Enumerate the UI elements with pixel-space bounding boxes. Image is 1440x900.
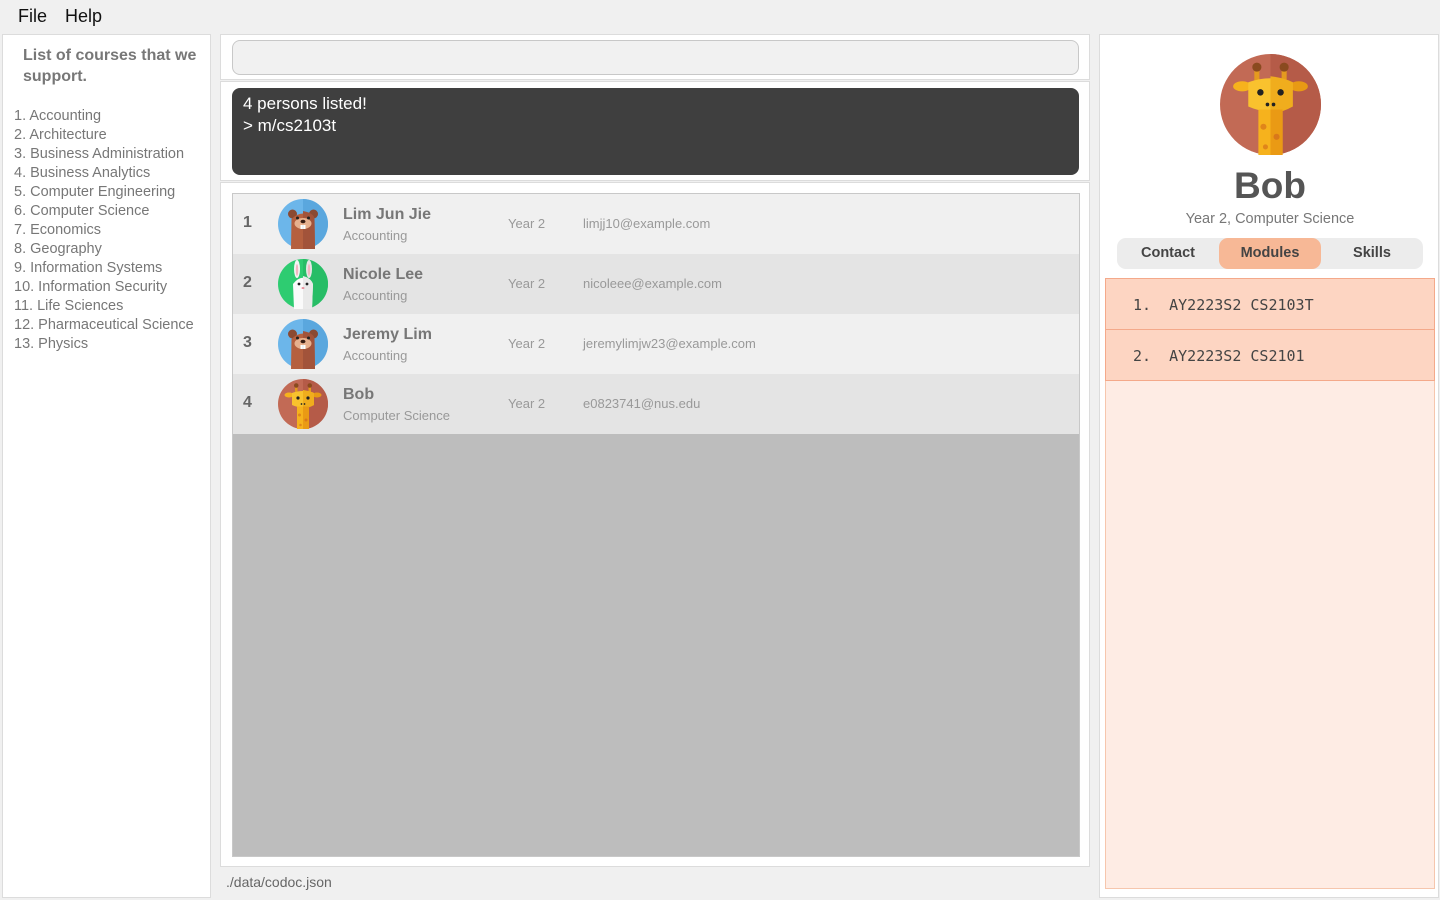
course-item: 1. Accounting bbox=[14, 108, 102, 124]
module-item[interactable]: 1. AY2223S2 CS2103T bbox=[1105, 278, 1435, 330]
person-name: Nicole Lee bbox=[343, 266, 424, 283]
person-email: nicoleee@example.com bbox=[583, 276, 722, 291]
person-course: Accounting bbox=[343, 288, 408, 303]
menu-help[interactable]: Help bbox=[56, 0, 111, 33]
person-row[interactable]: 2 Nicole Lee Accounting Year 2 nicoleee@… bbox=[233, 254, 1079, 314]
giraffe-icon bbox=[278, 379, 328, 429]
person-name: Lim Jun Jie bbox=[343, 206, 432, 223]
result-message: 4 persons listed! bbox=[243, 94, 367, 113]
result-command-echo: > m/cs2103t bbox=[243, 116, 337, 135]
profile-name: Bob bbox=[1234, 165, 1306, 206]
person-year: Year 2 bbox=[508, 396, 546, 411]
person-name: Bob bbox=[343, 386, 375, 403]
course-item: 9. Information Systems bbox=[14, 260, 163, 276]
person-course: Accounting bbox=[343, 348, 408, 363]
course-item: 3. Business Administration bbox=[14, 146, 185, 162]
profile-subtitle: Year 2, Computer Science bbox=[1185, 211, 1355, 227]
module-index: 1. bbox=[1133, 296, 1152, 314]
command-input[interactable] bbox=[232, 40, 1079, 75]
tab-skills[interactable]: Skills bbox=[1321, 238, 1423, 269]
result-box: 4 persons listed! > m/cs2103t bbox=[220, 81, 1090, 181]
person-index: 1 bbox=[243, 214, 252, 231]
profile-panel: Bob Year 2, Computer Science Contact Mod… bbox=[1099, 34, 1439, 898]
person-year: Year 2 bbox=[508, 276, 546, 291]
course-item: 2. Architecture bbox=[14, 127, 107, 143]
person-index: 2 bbox=[243, 274, 252, 291]
course-item: 12. Pharmaceutical Science bbox=[14, 317, 194, 333]
person-email: jeremylimjw23@example.com bbox=[583, 336, 756, 351]
course-item: 5. Computer Engineering bbox=[14, 184, 176, 200]
person-row[interactable]: 3 Jeremy Lim Accounting Year 2 jeremylim… bbox=[233, 314, 1079, 374]
module-year: AY2223S2 bbox=[1169, 347, 1242, 365]
giraffe-icon bbox=[1220, 54, 1321, 155]
course-item: 8. Geography bbox=[14, 241, 102, 257]
rabbit-icon bbox=[278, 259, 328, 309]
module-code: CS2101 bbox=[1250, 347, 1305, 365]
menu-file[interactable]: File bbox=[9, 0, 56, 33]
person-course: Accounting bbox=[343, 228, 408, 243]
module-year: AY2223S2 bbox=[1169, 296, 1242, 314]
course-item: 10. Information Security bbox=[14, 279, 168, 295]
course-item: 13. Physics bbox=[14, 336, 89, 352]
command-box bbox=[220, 34, 1090, 80]
course-item: 4. Business Analytics bbox=[14, 165, 151, 181]
beaver-icon bbox=[278, 199, 328, 249]
person-year: Year 2 bbox=[508, 336, 546, 351]
status-bar-path: ./data/codoc.json bbox=[226, 874, 332, 890]
course-item: 6. Computer Science bbox=[14, 203, 150, 219]
person-row[interactable]: 4 Bob Computer Science Year 2 e0823741@n… bbox=[233, 374, 1079, 434]
course-list-title: List of courses that we support. bbox=[23, 47, 197, 85]
menu-bar: File Help bbox=[0, 0, 1440, 33]
result-display: 4 persons listed! > m/cs2103t bbox=[232, 88, 1079, 175]
person-name: Jeremy Lim bbox=[343, 326, 432, 343]
course-item: 7. Economics bbox=[14, 222, 102, 238]
person-email: e0823741@nus.edu bbox=[583, 396, 701, 411]
person-year: Year 2 bbox=[508, 216, 546, 231]
person-row[interactable]: 1 Lim Jun Jie Accounting Year 2 limjj10@… bbox=[233, 194, 1079, 254]
module-code: CS2103T bbox=[1250, 296, 1314, 314]
tab-modules[interactable]: Modules bbox=[1219, 238, 1321, 269]
course-item: 11. Life Sciences bbox=[14, 298, 124, 314]
person-list-panel: 1 Lim Jun Jie Accounting Year 2 limjj10@… bbox=[220, 182, 1090, 867]
beaver-icon bbox=[278, 319, 328, 369]
module-item[interactable]: 2. AY2223S2 CS2101 bbox=[1105, 329, 1435, 381]
module-index: 2. bbox=[1133, 347, 1152, 365]
course-list: 1. Accounting 2. Architecture 3. Busines… bbox=[14, 107, 194, 354]
person-list[interactable]: 1 Lim Jun Jie Accounting Year 2 limjj10@… bbox=[232, 193, 1080, 857]
person-course: Computer Science bbox=[343, 408, 450, 423]
person-email: limjj10@example.com bbox=[583, 216, 711, 231]
course-list-panel: List of courses that we support. 1. Acco… bbox=[2, 34, 211, 898]
profile-tabs: Contact Modules Skills bbox=[1117, 238, 1423, 269]
person-index: 3 bbox=[243, 334, 252, 351]
person-index: 4 bbox=[243, 394, 252, 411]
tab-contact[interactable]: Contact bbox=[1117, 238, 1219, 269]
module-list: 1. AY2223S2 CS2103T 2. AY2223S2 CS2101 bbox=[1105, 278, 1435, 889]
